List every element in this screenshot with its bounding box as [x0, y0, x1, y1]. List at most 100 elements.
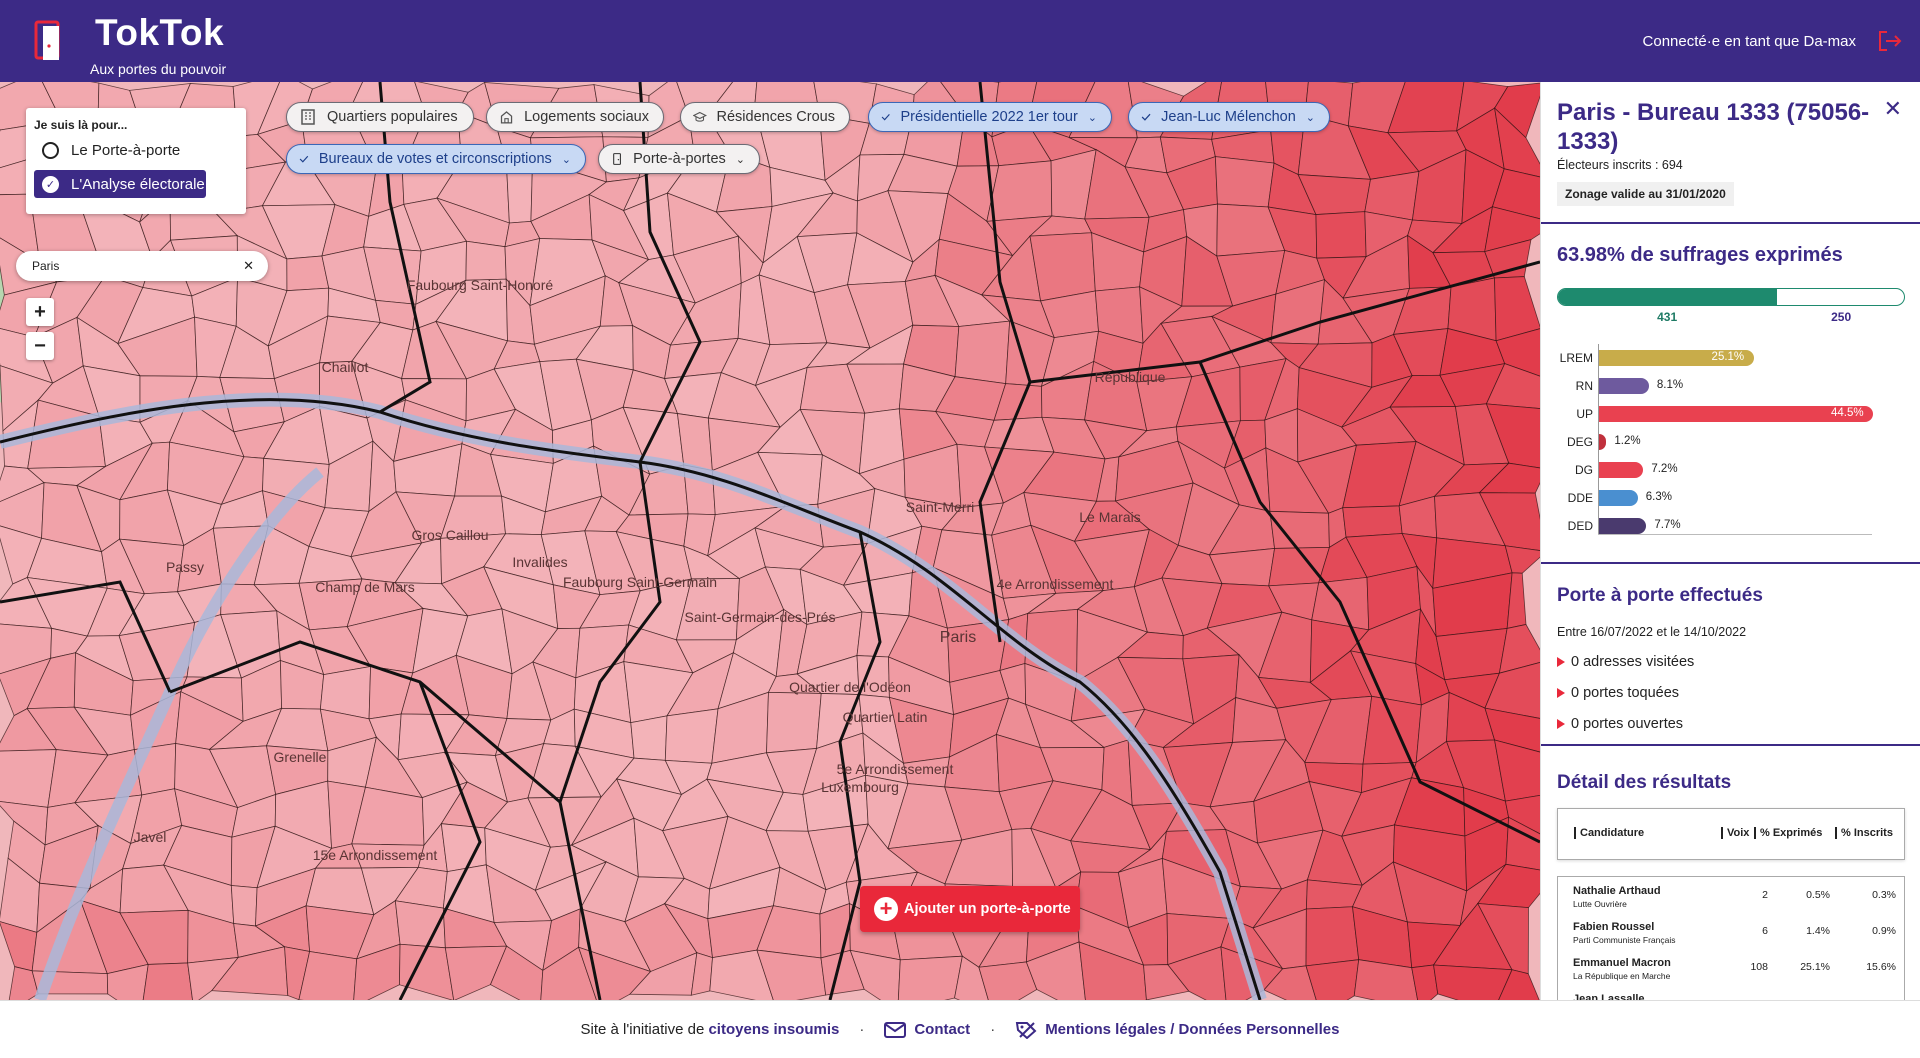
- polling-station-polygon[interactable]: [1362, 695, 1422, 765]
- chevron-down-icon[interactable]: ⌄: [562, 153, 571, 166]
- polling-station-polygon[interactable]: [1029, 232, 1096, 302]
- radio-checked-icon[interactable]: ✓: [42, 175, 59, 193]
- filter-chip[interactable]: Quartiers populaires: [286, 102, 474, 132]
- footer-prefix: Site à l'initiative de: [580, 1021, 705, 1038]
- door-stat-addresses: 0 adresses visitées: [1557, 654, 1694, 670]
- graduation-cap-icon: [693, 111, 707, 122]
- party-result-value: 6.3%: [1645, 491, 1672, 503]
- party-result-row: DG 7.2%: [1557, 460, 1907, 480]
- polling-station-polygon[interactable]: [286, 255, 330, 292]
- add-door-to-door-button[interactable]: + Ajouter un porte-à-porte: [860, 886, 1080, 932]
- filter-chip[interactable]: Jean-Luc Mélenchon ⌄: [1128, 102, 1330, 132]
- polling-station-polygon[interactable]: [0, 749, 57, 808]
- polling-station-polygon[interactable]: [298, 951, 358, 1000]
- candidate-name: Fabien Roussel: [1573, 921, 1655, 933]
- clear-search-icon[interactable]: ✕: [243, 258, 254, 274]
- phone-logo-icon[interactable]: [34, 18, 62, 62]
- map-canvas[interactable]: Paris Faubourg Saint-Honoré Invalides Gros …: [0, 82, 1540, 1000]
- filter-chip[interactable]: Résidences Crous: [680, 102, 850, 132]
- filter-chip[interactable]: Bureaux de votes et circonscriptions ⌄: [286, 144, 586, 174]
- filter-chip-label: Bureaux de votes et circonscriptions: [318, 151, 552, 167]
- search-value[interactable]: Paris: [32, 259, 59, 273]
- party-result-value: 7.2%: [1651, 463, 1678, 475]
- polling-station-polygon[interactable]: [630, 715, 668, 761]
- table-row[interactable]: Jean Lassalle: [1558, 987, 1904, 1000]
- footer-contact-link[interactable]: Contact: [914, 1021, 970, 1038]
- door-stat-label: 0 adresses visitées: [1571, 654, 1695, 670]
- footer-legal-link[interactable]: Mentions légales / Données Personnelles: [1045, 1021, 1339, 1038]
- polling-station-polygon[interactable]: [664, 708, 719, 764]
- table-row[interactable]: Emmanuel Macron La République en Marche 10…: [1558, 951, 1904, 987]
- place-search-input[interactable]: Paris ✕: [16, 251, 268, 281]
- polling-station-polygon[interactable]: [1433, 964, 1513, 1000]
- footer-insoumis-link[interactable]: citoyens insoumis: [708, 1021, 839, 1038]
- filter-chip-label: Logements sociaux: [524, 109, 649, 125]
- polling-station-polygon[interactable]: [1269, 510, 1330, 549]
- candidate-pct-expressed: 0.5%: [1806, 889, 1830, 901]
- chevron-down-icon[interactable]: ⌄: [1306, 111, 1315, 124]
- party-label: RN: [1575, 379, 1593, 393]
- registered-voters: Électeurs inscrits : 694: [1557, 158, 1683, 172]
- polling-station-polygon[interactable]: [1305, 906, 1360, 967]
- candidate-votes: 6: [1762, 925, 1768, 937]
- polling-station-polygons[interactable]: [0, 82, 1540, 1000]
- map-place-label: Le Marais: [1079, 509, 1140, 525]
- turnout-other-count: 250: [1831, 310, 1852, 324]
- party-result-value: 44.5%: [1831, 407, 1864, 419]
- polling-station-polygon[interactable]: [954, 320, 1011, 385]
- mode-selector: Je suis là pour... Le Porte-à-porte ✓ L'…: [26, 108, 246, 214]
- mode-electoral-analysis[interactable]: ✓ L'Analyse électorale: [34, 170, 206, 198]
- candidate-party: Lutte Ouvrière: [1573, 899, 1627, 909]
- col-pct-registered[interactable]: % Inscrits: [1835, 827, 1893, 839]
- party-result-row: DED 7.7%: [1557, 516, 1907, 536]
- radio-unchecked-icon[interactable]: [42, 141, 59, 159]
- polling-station-polygon[interactable]: [1435, 627, 1508, 681]
- polling-station-polygon[interactable]: [230, 885, 258, 927]
- filter-chip-label: Jean-Luc Mélenchon: [1161, 109, 1296, 125]
- map-place-label: Quartier Latin: [843, 709, 928, 725]
- map-place-label: Saint-Germain-des-Prés: [685, 609, 836, 625]
- map-place-label: 4e Arrondissement: [997, 576, 1114, 592]
- section-divider: [1541, 562, 1920, 564]
- table-row[interactable]: Nathalie Arthaud Lutte Ouvrière 2 0.5% 0.3%: [1558, 879, 1904, 915]
- party-result-row: DDE 6.3%: [1557, 488, 1907, 508]
- polling-station-polygon[interactable]: [766, 691, 822, 754]
- check-icon: [1141, 113, 1151, 121]
- zoom-in-button[interactable]: +: [26, 298, 54, 326]
- polling-station-panel: Paris - Bureau 1333 (75056-1333) ✕ Élect…: [1540, 82, 1920, 1000]
- mode-door-to-door[interactable]: Le Porte-à-porte: [34, 136, 206, 164]
- mode-door-to-door-label: Le Porte-à-porte: [71, 141, 181, 159]
- polling-station-polygon[interactable]: [897, 955, 963, 1000]
- polling-station-polygon[interactable]: [141, 962, 193, 1000]
- brand-name[interactable]: TokTok: [95, 12, 224, 54]
- polling-station-polygon[interactable]: [1342, 505, 1403, 538]
- polling-station-polygon[interactable]: [440, 823, 487, 873]
- polling-station-polygon[interactable]: [1214, 156, 1275, 208]
- col-candidate[interactable]: Candidature: [1574, 827, 1644, 839]
- results-table-body[interactable]: Nathalie Arthaud Lutte Ouvrière 2 0.5% 0.3% F…: [1557, 876, 1905, 1000]
- polling-station-polygon[interactable]: [465, 240, 507, 281]
- filter-chip-label: Quartiers populaires: [327, 109, 458, 125]
- map-place-label: Champ de Mars: [315, 579, 415, 595]
- col-pct-expressed[interactable]: % Exprimés: [1754, 827, 1822, 839]
- party-result-bar: [1599, 490, 1638, 506]
- polling-station-polygon[interactable]: [1315, 211, 1367, 259]
- filter-chip[interactable]: Présidentielle 2022 1er tour ⌄: [868, 102, 1112, 132]
- filter-chip[interactable]: Porte-à-portes ⌄: [598, 144, 760, 174]
- logout-icon[interactable]: [1878, 30, 1902, 52]
- door-stat-opened: 0 portes ouvertes: [1557, 716, 1683, 732]
- plus-icon: +: [874, 896, 898, 921]
- electoral-map[interactable]: Paris Faubourg Saint-Honoré Invalides Gros …: [0, 82, 1540, 1000]
- filter-chip[interactable]: Logements sociaux: [486, 102, 664, 132]
- close-icon[interactable]: ✕: [1884, 96, 1902, 122]
- chevron-down-icon[interactable]: ⌄: [736, 153, 745, 166]
- filter-chip-label: Porte-à-portes: [633, 151, 726, 167]
- door-to-door-title: Porte à porte effectués: [1557, 585, 1763, 606]
- zoom-out-button[interactable]: −: [26, 332, 54, 360]
- candidate-votes: 2: [1762, 889, 1768, 901]
- table-row[interactable]: Fabien Roussel Parti Communiste Français 6…: [1558, 915, 1904, 951]
- party-result-bar: [1599, 434, 1607, 450]
- door-stat-label: 0 portes toquées: [1571, 685, 1680, 701]
- chevron-down-icon[interactable]: ⌄: [1088, 111, 1097, 124]
- col-votes[interactable]: Voix: [1721, 827, 1749, 839]
